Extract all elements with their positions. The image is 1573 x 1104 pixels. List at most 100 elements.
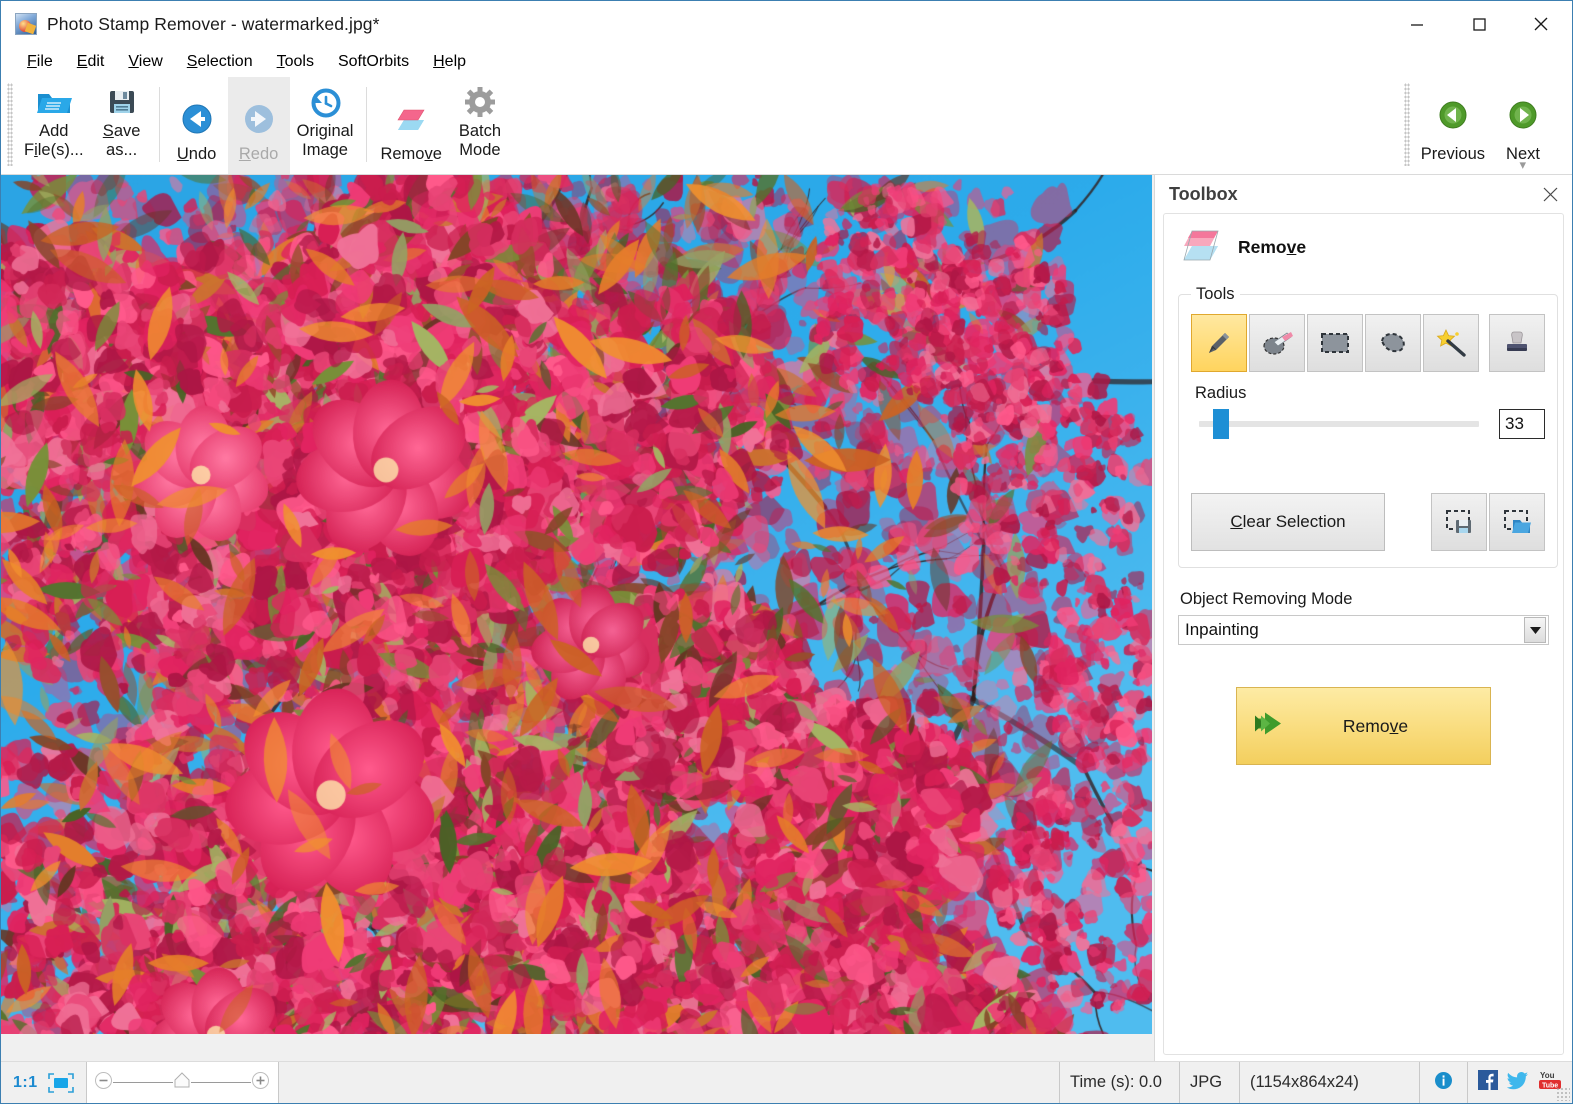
toolbox-title: Toolbox <box>1169 183 1238 204</box>
toolbar-nav-grip[interactable] <box>1403 83 1410 166</box>
status-time: Time (s): 0.0 <box>1060 1062 1180 1103</box>
menu-selection[interactable]: Selection <box>175 51 265 73</box>
previous-button[interactable]: Previous <box>1414 77 1492 174</box>
green-left-arrow-icon <box>1432 96 1474 136</box>
zoom-slider-track[interactable] <box>113 1082 174 1083</box>
app-icon <box>15 13 37 35</box>
object-removing-mode-select[interactable]: Inpainting <box>1178 615 1549 645</box>
zoom-slider-thumb[interactable] <box>173 1071 191 1094</box>
open-folder-icon <box>33 82 75 122</box>
toolbar-separator-1 <box>158 87 160 162</box>
menu-help[interactable]: Help <box>421 51 478 73</box>
status-format: JPG <box>1180 1062 1240 1103</box>
green-double-arrow-icon <box>1251 709 1291 744</box>
minimize-button[interactable] <box>1386 1 1448 47</box>
info-icon-cell <box>1420 1062 1468 1103</box>
radius-slider[interactable] <box>1191 409 1487 439</box>
ribbon-expand-icon[interactable]: ▾ <box>1519 158 1526 171</box>
previous-label: Previous <box>1420 144 1485 163</box>
radius-value-input[interactable]: 33 <box>1499 409 1545 439</box>
selection-actions-row: Clear Selection <box>1191 493 1545 551</box>
menu-view[interactable]: View <box>116 51 174 73</box>
clear-selection-button[interactable]: Clear Selection <box>1191 493 1385 551</box>
main-content: Toolbox Remove Tools Radius 33 C lear Se… <box>1 175 1572 1061</box>
menu-bar: FFileile Edit View Selection Tools SoftO… <box>1 47 1572 77</box>
tool-magic-wand[interactable] <box>1423 314 1479 372</box>
maximize-button[interactable] <box>1448 1 1510 47</box>
menu-edit[interactable]: Edit <box>65 51 117 73</box>
batch-mode-button[interactable]: Batch Mode <box>449 77 511 174</box>
tool-pencil[interactable] <box>1191 314 1247 372</box>
chevron-down-icon[interactable] <box>1524 617 1546 643</box>
window-title: Photo Stamp Remover - watermarked.jpg* <box>47 13 380 34</box>
zoom-slider[interactable] <box>86 1062 279 1103</box>
twitter-icon[interactable] <box>1506 1070 1529 1095</box>
object-removing-mode-value: Inpainting <box>1185 620 1259 639</box>
close-button[interactable] <box>1510 1 1572 47</box>
save-as-line2: as... <box>106 141 138 159</box>
radius-slider-thumb[interactable] <box>1213 409 1229 439</box>
tool-rect-select[interactable] <box>1307 314 1363 372</box>
svg-text:You: You <box>1540 1071 1555 1080</box>
tool-stamp[interactable] <box>1489 314 1545 372</box>
remove-section-title: Remove <box>1238 237 1307 257</box>
radius-slider-track <box>1199 421 1479 427</box>
redo-label: Redo <box>238 145 279 163</box>
remove-toolbar-button[interactable]: Remove <box>373 77 448 174</box>
undo-button[interactable]: Undo <box>166 77 228 174</box>
tools-row <box>1191 314 1545 372</box>
zoom-ratio-button[interactable]: 1:1 <box>13 1074 38 1092</box>
minus-circle-icon[interactable] <box>94 1071 113 1095</box>
plus-circle-icon[interactable] <box>251 1071 270 1095</box>
eraser-icon <box>1178 226 1224 269</box>
save-selection-button[interactable] <box>1431 493 1487 551</box>
save-as-button[interactable]: Save as... <box>91 77 153 174</box>
batch-mode-line2: Mode <box>459 141 501 159</box>
load-selection-button[interactable] <box>1489 493 1545 551</box>
original-image-line1: Original <box>296 122 354 140</box>
menu-softorbits[interactable]: SoftOrbits <box>326 51 421 73</box>
remove-action-button[interactable]: Remove <box>1236 687 1491 765</box>
toolbar-grip[interactable] <box>7 83 13 166</box>
remove-section-header: Remove <box>1178 226 1549 269</box>
gear-icon <box>459 82 501 122</box>
green-right-arrow-icon <box>1502 96 1544 136</box>
clock-revert-icon <box>304 82 346 122</box>
undo-label: Undo <box>176 145 217 163</box>
tools-group-label: Tools <box>1196 285 1235 303</box>
radius-row: 33 <box>1191 409 1545 439</box>
toolbox-panel: Toolbox Remove Tools Radius 33 C lear Se… <box>1154 175 1572 1061</box>
redo-button[interactable]: Redo <box>227 77 290 174</box>
toolbox-body: Remove Tools Radius 33 C lear Selection … <box>1163 213 1564 1055</box>
image-canvas-area[interactable] <box>1 175 1154 1061</box>
menu-tools[interactable]: Tools <box>265 51 326 73</box>
zoom-controls-group: 1:1 <box>1 1062 87 1103</box>
object-removing-mode-label: Object Removing Mode <box>1180 590 1353 608</box>
selection-io-group <box>1431 493 1545 551</box>
remove-action-wrap: Remove <box>1178 687 1549 765</box>
info-icon[interactable] <box>1434 1071 1453 1095</box>
fit-to-window-icon[interactable] <box>47 1072 74 1093</box>
add-files-line2: File(s)... <box>24 141 84 159</box>
floppy-disk-icon <box>101 82 143 122</box>
tool-eraser[interactable] <box>1249 314 1305 372</box>
tools-group: Tools Radius 33 C lear Selection <box>1178 285 1558 568</box>
original-image-button[interactable]: Original Image <box>290 77 361 174</box>
application-window: Photo Stamp Remover - watermarked.jpg* F… <box>0 0 1573 1104</box>
facebook-icon[interactable] <box>1478 1070 1498 1095</box>
photo-image[interactable] <box>1 175 1152 1034</box>
toolbox-close-icon[interactable] <box>1538 182 1562 206</box>
status-spacer <box>279 1062 1060 1103</box>
batch-mode-line1: Batch <box>458 122 502 140</box>
add-files-button[interactable]: Add File(s)... <box>17 77 91 174</box>
resize-grip[interactable] <box>1556 1087 1570 1101</box>
zoom-slider-track-right[interactable] <box>191 1082 252 1083</box>
remove-toolbar-label: Remove <box>380 145 442 163</box>
window-controls <box>1386 1 1572 47</box>
title-bar: Photo Stamp Remover - watermarked.jpg* <box>1 1 1572 47</box>
status-bar: 1:1 Time (s): 0.0 JPG (1154x864x24) You … <box>1 1061 1572 1103</box>
photo-viewport[interactable] <box>1 175 1152 1034</box>
original-image-line2: Image <box>302 141 348 159</box>
tool-lasso-select[interactable] <box>1365 314 1421 372</box>
menu-file[interactable]: FFileile <box>15 51 65 73</box>
